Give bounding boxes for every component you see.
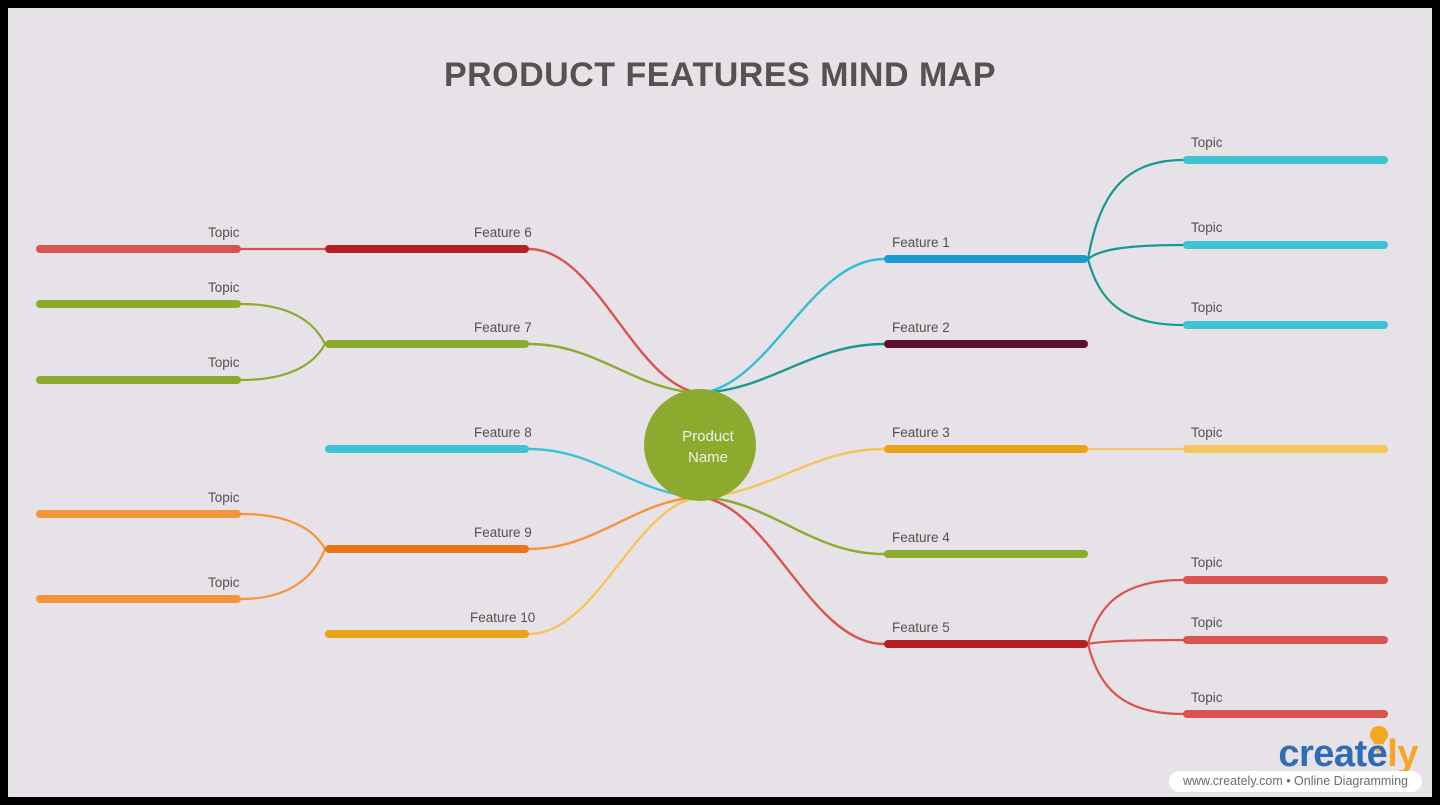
trunk-link-feature-5	[698, 495, 886, 646]
trunk-link-feature-10	[527, 495, 702, 636]
trunk-link-feature-9	[527, 495, 702, 551]
label-feature-10: Feature 10	[470, 610, 536, 625]
bar-topic-feature-1-1	[1183, 156, 1388, 164]
label-feature-1: Feature 1	[892, 235, 950, 250]
bar-feature-8	[325, 445, 529, 453]
bar-feature-9	[325, 545, 529, 553]
center-node-line2: Name	[687, 449, 728, 466]
bar-topic-feature-5-2	[1183, 636, 1388, 644]
bar-feature-2	[884, 340, 1088, 348]
bar-topic-feature-7-2	[36, 376, 241, 384]
label-feature-6: Feature 6	[474, 225, 532, 240]
bar-topic-feature-5-1	[1183, 576, 1388, 584]
bar-topic-feature-7-1	[36, 300, 241, 308]
bar-topic-feature-6-1	[36, 245, 241, 253]
trunk-link-feature-1	[698, 257, 886, 395]
label-topic-feature-6-1: Topic	[208, 225, 240, 240]
bar-feature-10	[325, 630, 529, 638]
bar-topic-feature-3-1	[1183, 445, 1388, 453]
label-topic-feature-3-1: Topic	[1191, 425, 1223, 440]
label-feature-2: Feature 2	[892, 320, 950, 335]
topic-link-feature-9-1	[239, 512, 327, 551]
label-topic-feature-7-1: Topic	[208, 280, 240, 295]
trunk-link-feature-6	[527, 247, 702, 395]
topic-link-feature-5-3	[1086, 642, 1185, 716]
label-topic-feature-9-2: Topic	[208, 575, 240, 590]
trunk-link-feature-2	[698, 342, 886, 395]
topic-link-feature-5-1	[1086, 578, 1185, 646]
label-feature-8: Feature 8	[474, 425, 532, 440]
center-node-label: Product Name	[652, 426, 764, 468]
trunk-link-feature-7	[527, 342, 702, 395]
creately-tagline: www.creately.com • Online Diagramming	[1168, 771, 1422, 792]
bar-feature-7	[325, 340, 529, 348]
bar-feature-5	[884, 640, 1088, 648]
creately-wordmark: creately	[1278, 733, 1418, 776]
label-topic-feature-7-2: Topic	[208, 355, 240, 370]
label-topic-feature-1-2: Topic	[1191, 220, 1223, 235]
logo-word-second: ly	[1387, 733, 1418, 775]
bar-topic-feature-5-3	[1183, 710, 1388, 718]
label-topic-feature-9-1: Topic	[208, 490, 240, 505]
bar-topic-feature-9-1	[36, 510, 241, 518]
label-topic-feature-5-1: Topic	[1191, 555, 1223, 570]
center-node-line1: Product	[682, 428, 734, 445]
label-feature-5: Feature 5	[892, 620, 950, 635]
logo-word-first: create	[1278, 733, 1388, 775]
label-topic-feature-1-1: Topic	[1191, 135, 1223, 150]
bar-feature-1	[884, 255, 1088, 263]
bar-feature-4	[884, 550, 1088, 558]
label-feature-3: Feature 3	[892, 425, 950, 440]
label-topic-feature-5-3: Topic	[1191, 690, 1223, 705]
bar-topic-feature-9-2	[36, 595, 241, 603]
label-topic-feature-1-3: Topic	[1191, 300, 1223, 315]
topic-link-feature-7-2	[239, 342, 327, 382]
topic-link-feature-1-2	[1086, 243, 1185, 261]
bar-feature-3	[884, 445, 1088, 453]
diagram-canvas: PRODUCT FEATURES MIND MAP Product Name F…	[8, 8, 1432, 797]
label-feature-9: Feature 9	[474, 525, 532, 540]
bar-topic-feature-1-2	[1183, 241, 1388, 249]
topic-link-feature-9-2	[239, 547, 327, 601]
creately-logo: creately www.creately.com • Online Diagr…	[1168, 723, 1426, 795]
topic-link-feature-1-3	[1086, 257, 1185, 327]
label-feature-4: Feature 4	[892, 530, 950, 545]
topic-link-feature-5-2	[1086, 638, 1185, 646]
page-title: PRODUCT FEATURES MIND MAP	[443, 56, 997, 94]
label-topic-feature-5-2: Topic	[1191, 615, 1223, 630]
label-feature-7: Feature 7	[474, 320, 532, 335]
mind-map-svg	[36, 156, 1388, 718]
trunk-link-feature-4	[698, 495, 886, 556]
bar-feature-6	[325, 245, 529, 253]
topic-link-feature-7-1	[239, 302, 327, 346]
bar-topic-feature-1-3	[1183, 321, 1388, 329]
